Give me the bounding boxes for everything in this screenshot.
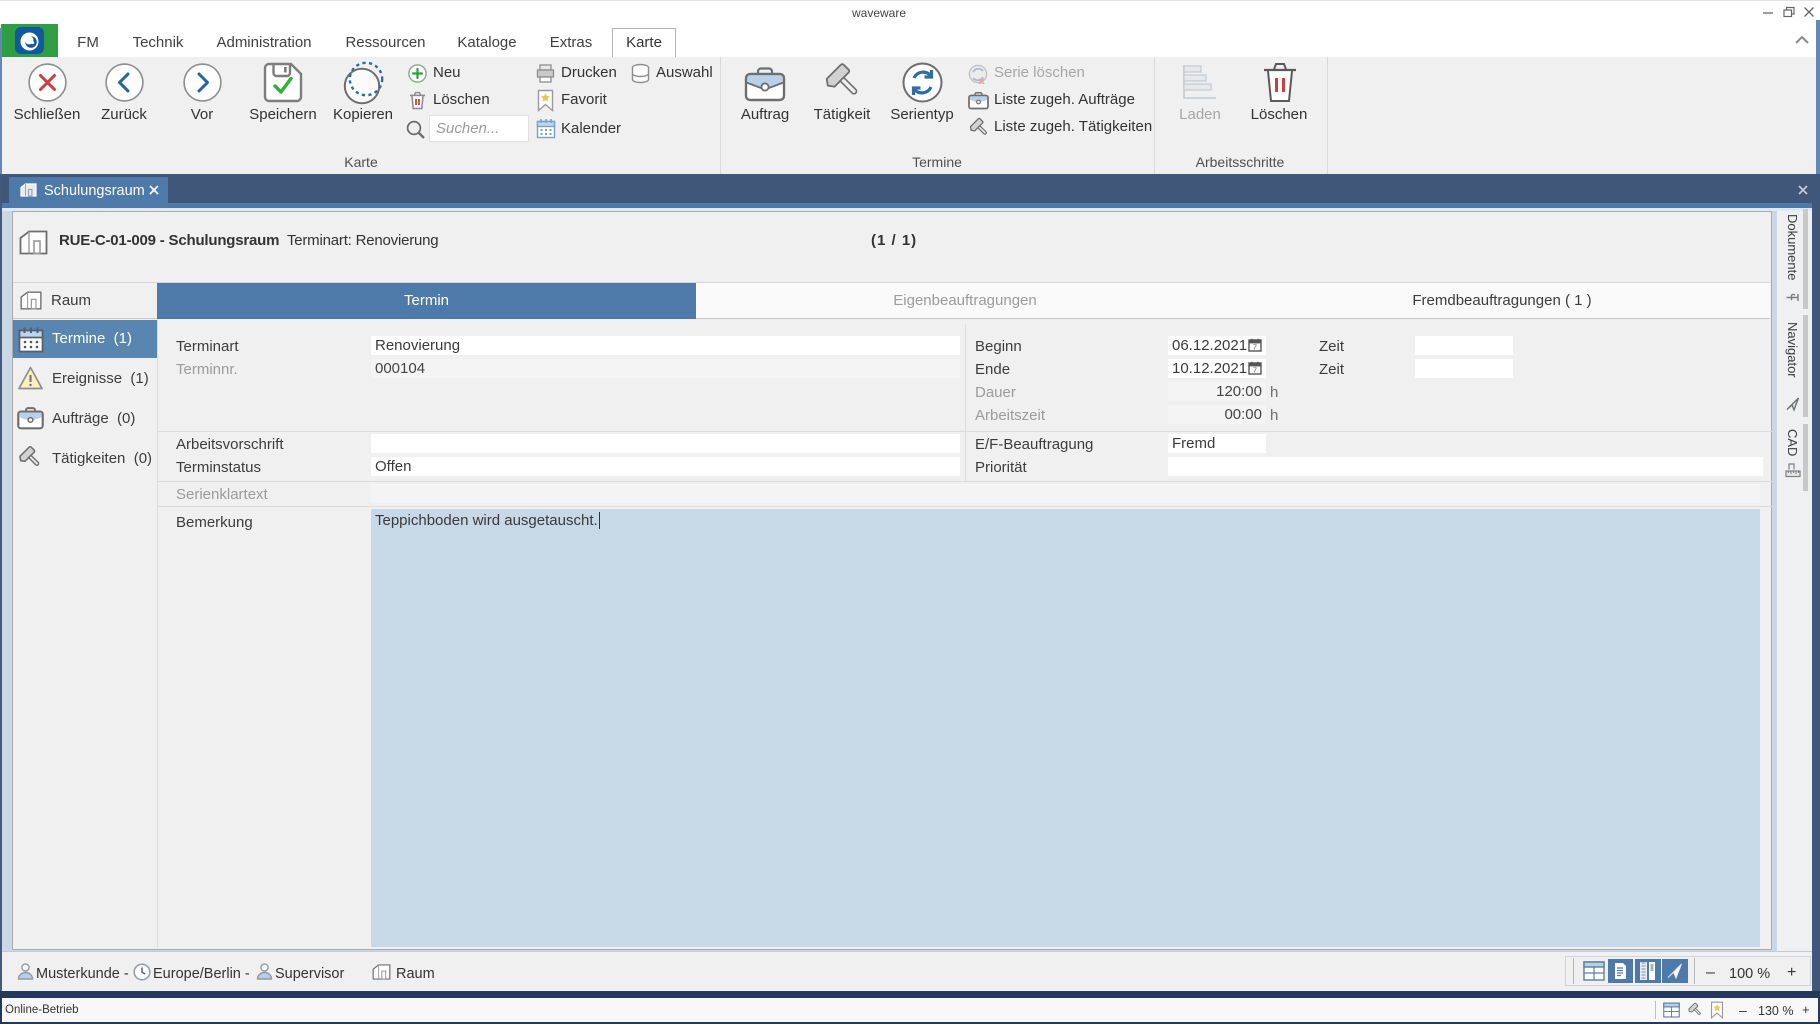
svg-text:7: 7 [1253, 366, 1257, 375]
svg-text:7: 7 [1253, 343, 1257, 352]
